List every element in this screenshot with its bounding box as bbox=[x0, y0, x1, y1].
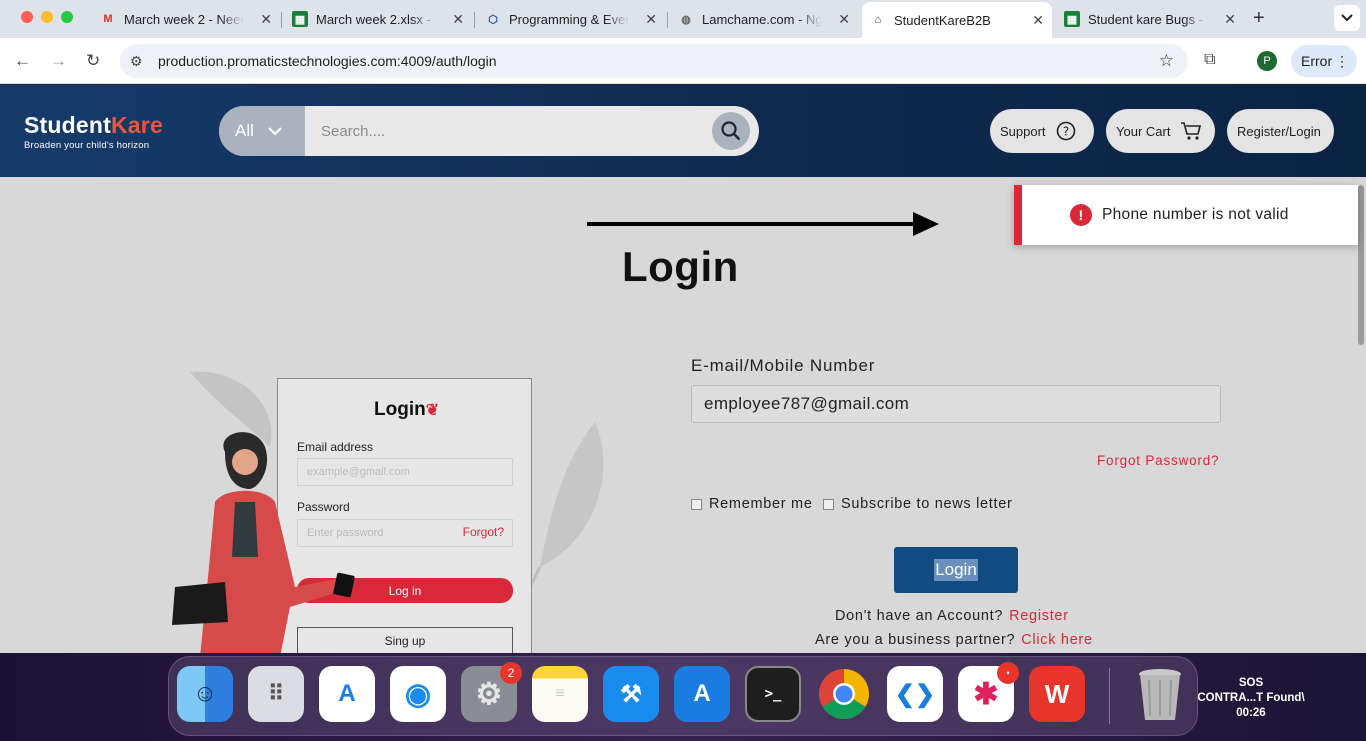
error-toast[interactable]: ! Phone number is not valid bbox=[1014, 185, 1358, 245]
forward-icon[interactable]: → bbox=[50, 51, 67, 71]
login-illustration: Login❦ Email address example@gmail.com P… bbox=[160, 367, 620, 653]
subscribe-checkbox[interactable]: Subscribe to news letter bbox=[823, 496, 1013, 512]
register-prompt: Don't have an Account? Register bbox=[835, 608, 1069, 624]
vscode-icon[interactable]: ❮❯ bbox=[887, 666, 943, 722]
sheets-icon: ▦ bbox=[292, 11, 308, 27]
new-tab-button[interactable]: + bbox=[1253, 7, 1265, 30]
profile-avatar[interactable]: P bbox=[1257, 51, 1277, 71]
gmail-icon: M bbox=[103, 13, 113, 25]
browser-tab[interactable]: ▦ March week 2.xlsx - G ✕ bbox=[284, 4, 472, 34]
chevron-down-icon bbox=[1341, 14, 1353, 22]
extensions-icon[interactable]: ⧉ bbox=[1204, 51, 1215, 69]
xcode-icon[interactable]: ⚒ bbox=[603, 666, 659, 722]
back-icon[interactable]: ← bbox=[14, 51, 31, 71]
login-page: Login ! Phone number is not valid Login❦… bbox=[0, 177, 1366, 653]
terminal-icon[interactable]: >_ bbox=[745, 666, 801, 722]
support-button[interactable]: Support ? bbox=[990, 109, 1094, 153]
browser-tab-active[interactable]: ⌂ StudentKareB2B ✕ bbox=[862, 2, 1052, 38]
close-tab-icon[interactable]: ✕ bbox=[260, 11, 272, 28]
search-button[interactable] bbox=[712, 112, 750, 150]
notes-icon[interactable]: ≡ bbox=[532, 666, 588, 722]
chevron-down-icon bbox=[268, 126, 282, 136]
sos-status-widget: SOS CONTRA...T Found\ 00:26 bbox=[1197, 677, 1305, 719]
close-tab-icon[interactable]: ✕ bbox=[1032, 12, 1044, 29]
click-here-link[interactable]: Click here bbox=[1021, 632, 1092, 648]
register-login-button[interactable]: Register/Login bbox=[1227, 109, 1334, 153]
scrollbar[interactable] bbox=[1358, 185, 1364, 345]
launchpad-icon[interactable]: ⠿ bbox=[248, 666, 304, 722]
checkbox-box[interactable] bbox=[823, 498, 834, 510]
url-text: production.promaticstechnologies.com:400… bbox=[158, 53, 497, 69]
close-tab-icon[interactable]: ✕ bbox=[452, 11, 464, 28]
close-tab-icon[interactable]: ✕ bbox=[1224, 11, 1236, 28]
address-bar[interactable]: ⚙ production.promaticstechnologies.com:4… bbox=[120, 44, 1188, 78]
email-field-label: E-mail/Mobile Number bbox=[691, 356, 876, 375]
partner-prompt: Are you a business partner? Click here bbox=[815, 632, 1093, 648]
leaf-icon: ❦ bbox=[425, 402, 440, 419]
search-bar: All bbox=[219, 106, 759, 156]
browser-tab[interactable]: ▦ Student kare Bugs - G ✕ bbox=[1056, 4, 1244, 34]
browser-tab[interactable]: ⬡ Programming & Event ✕ bbox=[477, 4, 665, 34]
page-title: Login bbox=[622, 243, 739, 290]
bookmark-star-icon[interactable]: ☆ bbox=[1159, 51, 1174, 71]
help-circle-icon: ? bbox=[1056, 121, 1075, 141]
error-icon: ! bbox=[1070, 204, 1092, 226]
toast-message: Phone number is not valid bbox=[1102, 206, 1289, 223]
close-tab-icon[interactable]: ✕ bbox=[645, 11, 657, 28]
cart-icon bbox=[1181, 122, 1202, 140]
app-store-icon[interactable]: A bbox=[319, 666, 375, 722]
search-input[interactable] bbox=[305, 122, 705, 140]
dock-separator bbox=[1109, 668, 1110, 724]
studentkare-logo[interactable]: StudentKare Broaden your child's horizon bbox=[24, 112, 163, 151]
minimize-window-button[interactable] bbox=[41, 11, 53, 23]
svg-text:?: ? bbox=[1062, 125, 1068, 139]
search-icon bbox=[721, 121, 741, 141]
email-mobile-input[interactable] bbox=[691, 385, 1221, 423]
settings-notification-badge: 2 bbox=[500, 662, 522, 684]
globe-icon: ◍ bbox=[681, 13, 691, 26]
reload-icon[interactable]: ↻ bbox=[86, 51, 100, 71]
close-window-button[interactable] bbox=[21, 11, 33, 23]
safari-icon[interactable]: ◉ bbox=[390, 666, 446, 722]
register-link[interactable]: Register bbox=[1009, 608, 1069, 624]
shield-icon: ⬡ bbox=[488, 13, 498, 26]
house-icon: ⌂ bbox=[874, 14, 882, 26]
browser-tab[interactable]: M March week 2 - Need ✕ bbox=[92, 4, 280, 34]
annotation-arrow-head bbox=[913, 212, 939, 236]
error-label: Error bbox=[1301, 53, 1333, 69]
login-button[interactable]: Login bbox=[894, 547, 1018, 593]
maximize-window-button[interactable] bbox=[61, 11, 73, 23]
woman-figure bbox=[172, 432, 355, 653]
chrome-logo-icon bbox=[819, 669, 869, 719]
chrome-icon[interactable] bbox=[816, 666, 872, 722]
forgot-password-link[interactable]: Forgot Password? bbox=[1097, 453, 1219, 468]
simulator-icon[interactable]: A bbox=[674, 666, 730, 722]
browser-tab-bar: M March week 2 - Need ✕ ▦ March week 2.x… bbox=[0, 0, 1366, 38]
wps-office-icon[interactable]: W bbox=[1029, 666, 1085, 722]
error-button[interactable]: Error ⋮ bbox=[1291, 45, 1357, 77]
logo-tagline: Broaden your child's horizon bbox=[24, 140, 150, 151]
finder-icon[interactable]: ☺ bbox=[177, 666, 233, 722]
slack-notification-badge: • bbox=[997, 662, 1019, 684]
cart-button[interactable]: Your Cart bbox=[1106, 109, 1215, 153]
browser-tab[interactable]: ◍ Lamchame.com - Ngu ✕ bbox=[670, 4, 858, 34]
more-menu-icon[interactable]: ⋮ bbox=[1335, 53, 1349, 70]
site-settings-icon[interactable]: ⚙ bbox=[130, 53, 150, 70]
remember-me-checkbox[interactable]: Remember me bbox=[691, 496, 813, 512]
search-category-select[interactable]: All bbox=[219, 106, 305, 156]
trash-can-icon bbox=[1139, 669, 1181, 720]
tab-search-button[interactable] bbox=[1334, 5, 1360, 31]
illustration-card-title: Login❦ bbox=[374, 399, 440, 420]
browser-toolbar: ← → ↻ ⚙ production.promaticstechnologies… bbox=[0, 38, 1366, 84]
trash-icon[interactable] bbox=[1132, 666, 1188, 722]
checkbox-box[interactable] bbox=[691, 498, 702, 510]
close-tab-icon[interactable]: ✕ bbox=[838, 11, 850, 28]
site-header: StudentKare Broaden your child's horizon… bbox=[0, 85, 1366, 177]
sheets-icon: ▦ bbox=[1064, 11, 1080, 27]
annotation-arrow bbox=[587, 222, 917, 226]
